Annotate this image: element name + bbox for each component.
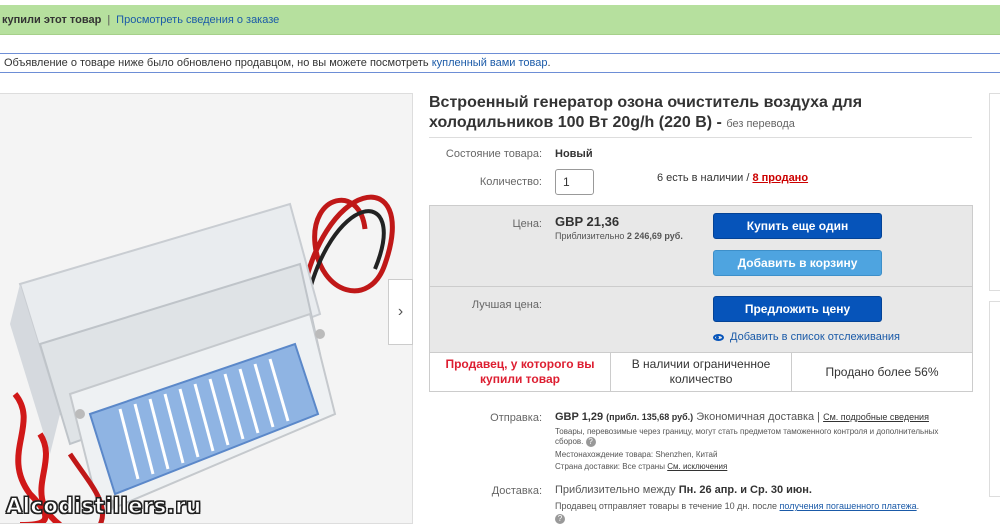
right-panel-bottom xyxy=(989,301,1000,497)
add-to-watchlist-link[interactable]: Добавить в список отслеживания xyxy=(713,331,900,343)
gallery-next-button[interactable]: › xyxy=(388,279,413,345)
customs-note: Товары, перевозимые через границу, могут… xyxy=(555,427,965,447)
shipping-line: GBP 1,29 (прибл. 135,68 руб.) Экономична… xyxy=(555,411,929,423)
purchase-banner: купили этот товар | Просмотреть сведения о… xyxy=(0,5,1000,35)
handling-time: Продавец отправляет товары в течение 10 … xyxy=(555,501,919,511)
delivery-estimate: Приблизительно между Пн. 26 апр. и Ср. 3… xyxy=(555,484,812,496)
item-badges: Продавец, у которого вы купили товар В н… xyxy=(429,352,973,392)
delivery-label: Доставка: xyxy=(491,485,542,497)
ozone-generator-image xyxy=(0,94,412,523)
availability-info: 6 есть в наличии / 8 продано xyxy=(657,172,808,184)
order-details-link[interactable]: Просмотреть сведения о заказе xyxy=(116,14,279,26)
handling-tail: . xyxy=(916,501,920,511)
approx-label: Приблизительно xyxy=(555,231,625,241)
condition-value: Новый xyxy=(555,148,593,160)
notice-tail: . xyxy=(547,57,551,69)
quantity-label: Количество: xyxy=(479,176,542,188)
shipping-method: Экономичная доставка | xyxy=(696,411,821,423)
payment-link[interactable]: получения погашенного платежа xyxy=(780,501,917,511)
availability-text: 6 есть в наличии / xyxy=(657,172,750,184)
delivery-dates: Пн. 26 апр. и Ср. 30 июн. xyxy=(678,484,812,496)
delivery-text: Приблизительно между xyxy=(555,484,676,496)
item-location: Местонахождение товара: Shenzhen, Китай xyxy=(555,450,718,459)
shipping-details-link[interactable]: См. подробные сведения xyxy=(823,412,929,422)
ship-to: Страна доставки: Все страны См. исключен… xyxy=(555,462,727,472)
eye-icon xyxy=(713,333,724,341)
exclusions-link[interactable]: См. исключения xyxy=(667,462,727,471)
price-value: GBP 21,36 xyxy=(555,214,620,229)
quantity-input[interactable]: 1 xyxy=(555,169,594,195)
watermark-text: Alcodistillers.ru xyxy=(6,494,202,519)
watchlist-label: Добавить в список отслеживания xyxy=(730,331,901,343)
seller-badge: Продавец, у которого вы купили товар xyxy=(445,357,595,386)
title-divider xyxy=(429,137,972,138)
right-panel-top xyxy=(989,93,1000,291)
add-to-cart-button[interactable]: Добавить в корзину xyxy=(713,250,882,276)
update-notice: Объявление о товаре ниже было обновлено … xyxy=(0,53,1000,73)
purchased-item-link[interactable]: купленный вами товар xyxy=(432,57,548,69)
approx-price: Приблизительно 2 246,69 руб. xyxy=(555,231,683,241)
help-icon[interactable]: ? xyxy=(585,437,596,447)
customs-note-text: Товары, перевозимые через границу, могут… xyxy=(555,427,939,447)
limited-stock-badge: В наличии ограниченное количество xyxy=(610,353,791,391)
price-box-divider xyxy=(429,286,973,287)
sold-count-link[interactable]: 8 продано xyxy=(752,172,808,184)
condition-label: Состояние товара: xyxy=(445,148,542,160)
handling-text: Продавец отправляет товары в течение 10 … xyxy=(555,501,777,511)
banner-separator: | xyxy=(107,14,111,26)
purchased-text: купили этот товар xyxy=(2,14,102,26)
no-translation-label: без перевода xyxy=(726,118,795,130)
shipping-label: Отправка: xyxy=(490,412,542,424)
buy-again-button[interactable]: Купить еще один xyxy=(713,213,882,239)
approx-value: 2 246,69 руб. xyxy=(626,231,683,241)
make-offer-button[interactable]: Предложить цену xyxy=(713,296,882,322)
shipping-price: GBP 1,29 xyxy=(555,411,604,423)
best-offer-label: Лучшая цена: xyxy=(471,299,542,311)
product-image[interactable] xyxy=(0,93,413,524)
help-icon[interactable]: ? xyxy=(555,514,565,524)
product-title: Встроенный генератор озона очиститель во… xyxy=(429,93,974,134)
delivery-help: ? xyxy=(555,514,565,524)
sold-percent-badge: Продано более 56% xyxy=(791,353,972,391)
shipping-approx: (прибл. 135,68 руб.) xyxy=(606,412,694,422)
notice-text: Объявление о товаре ниже было обновлено … xyxy=(4,57,432,69)
product-title-text: Встроенный генератор озона очиститель во… xyxy=(429,94,863,131)
ship-to-text: Страна доставки: Все страны xyxy=(555,462,665,471)
price-label: Цена: xyxy=(512,218,542,230)
